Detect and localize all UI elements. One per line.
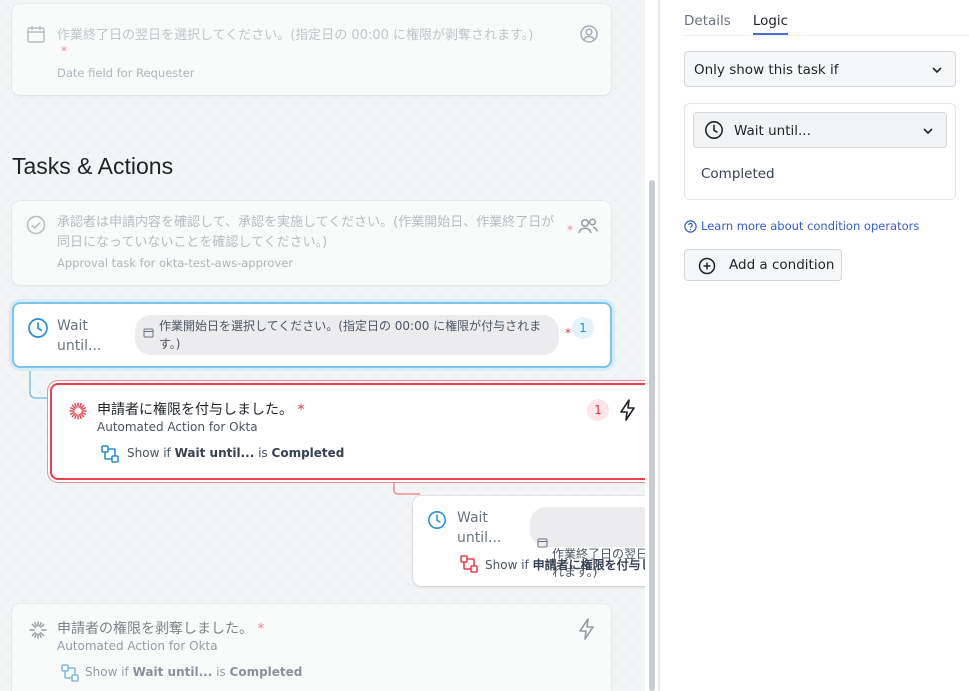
condition-block: Wait until... Completed: [684, 103, 956, 200]
wait-task-name: Wait until...: [57, 318, 102, 354]
show-if-condition: Show if 申請者に権限を付与し: [485, 558, 645, 572]
show-if-condition: Show if Wait until... is Completed: [85, 665, 303, 679]
task-settings-panel: Details Logic Only show this task if Wai…: [659, 0, 969, 691]
add-condition-label: Add a condition: [729, 257, 835, 273]
clock-icon: [27, 317, 49, 339]
automated-action-card-grant[interactable]: 申請者に権限を付与しました。 * Automated Action for Ok…: [50, 383, 645, 480]
task-count-badge: 1: [587, 399, 609, 421]
chevron-down-icon: [922, 125, 934, 137]
chevron-down-icon: [931, 64, 943, 76]
clock-icon: [427, 510, 447, 530]
panel-tabs: Details Logic: [684, 13, 789, 35]
condition-task-select[interactable]: Wait until...: [693, 112, 947, 148]
action-title: 申請者に権限を付与しました。 *: [97, 402, 305, 418]
date-field-chip: 作業終了日の翌日 れます。): [530, 507, 645, 579]
scrollbar-thumb[interactable]: [649, 180, 655, 691]
visibility-select[interactable]: Only show this task if: [684, 51, 956, 87]
condition-branch-icon: [60, 663, 80, 683]
date-field-chip-text: 作業開始日を選択してください。(指定日の 00:00 に権限が付与されます。): [159, 319, 542, 351]
wait-until-card-end[interactable]: Wait until... 作業終了日の翌日 れます。) Show if 申請者…: [413, 496, 645, 586]
clock-icon: [704, 120, 724, 140]
tab-logic[interactable]: Logic: [752, 13, 789, 35]
condition-status[interactable]: Completed: [701, 166, 775, 182]
action-title: 申請者の権限を剥奪しました。 *: [57, 621, 265, 637]
action-subtitle: Automated Action for Okta: [97, 420, 258, 434]
condition-branch-icon: [100, 444, 120, 464]
workflow-canvas[interactable]: 作業終了日の翌日を選択してください。(指定日の 00:00 に権限が剥奪されます…: [0, 0, 645, 691]
action-subtitle: Automated Action for Okta: [57, 639, 218, 653]
wait-until-card-selected[interactable]: Wait until... 作業開始日を選択してください。(指定日の 00:00…: [12, 302, 612, 368]
okta-sunburst-icon: [28, 620, 48, 640]
add-condition-button[interactable]: Add a condition: [684, 249, 842, 281]
tab-details[interactable]: Details: [684, 13, 731, 35]
okta-sunburst-icon: [68, 401, 88, 421]
visibility-select-value: Only show this task if: [694, 62, 839, 78]
calendar-icon: [143, 327, 154, 338]
date-field-chip: 作業開始日を選択してください。(指定日の 00:00 に権限が付与されます。): [135, 315, 559, 355]
automated-action-card-revoke[interactable]: 申請者の権限を剥奪しました。 * Automated Action for Ok…: [12, 604, 611, 691]
condition-branch-icon: [459, 554, 479, 574]
wait-task-name: Wait until...: [457, 510, 502, 546]
lightning-bolt-icon: [578, 618, 596, 640]
condition-task-value: Wait until...: [734, 123, 811, 139]
question-circle-icon: [684, 220, 697, 233]
show-if-condition: Show if Wait until... is Completed: [127, 446, 345, 460]
plus-circle-icon: [698, 257, 716, 275]
help-link-text: Learn more about condition operators: [701, 219, 920, 233]
tabs-divider: [684, 35, 969, 36]
required-mark: *: [565, 326, 571, 340]
canvas-scrollbar[interactable]: [645, 0, 659, 691]
lightning-bolt-icon: [619, 399, 637, 421]
task-count-badge: 1: [572, 317, 594, 339]
condition-operators-help-link[interactable]: Learn more about condition operators: [684, 219, 919, 233]
